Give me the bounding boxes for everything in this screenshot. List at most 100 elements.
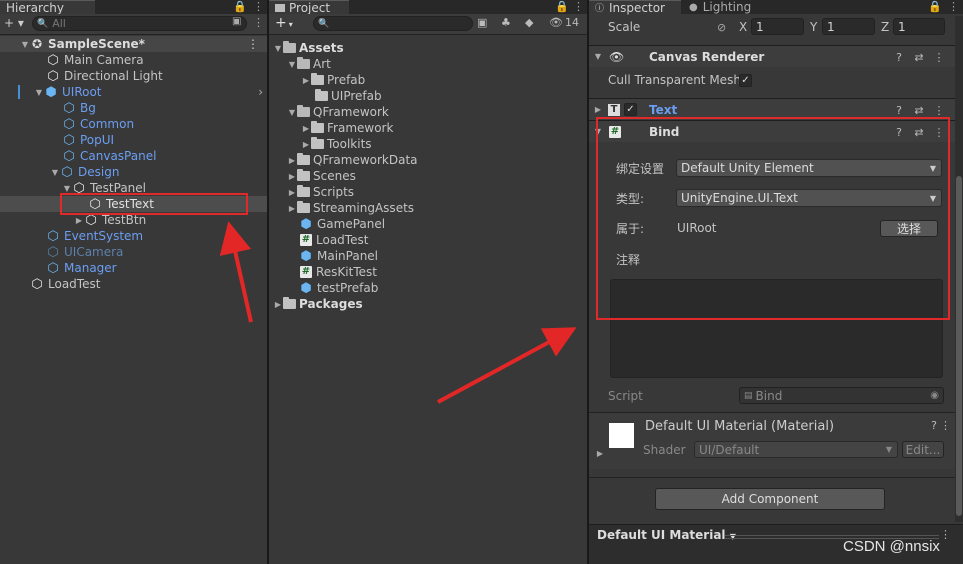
object-picker-icon: ◉: [930, 390, 939, 401]
project-item-scenes[interactable]: ▶ Scenes: [269, 168, 587, 184]
hierarchy-item-canvaspanel[interactable]: ⬡ CanvasPanel: [0, 148, 267, 164]
search-by-label-icon[interactable]: ♣: [501, 16, 511, 29]
more-menu-icon[interactable]: ⋮: [253, 0, 264, 13]
project-item-uiprefab[interactable]: UIPrefab: [269, 88, 587, 104]
scale-y-field[interactable]: 1: [822, 18, 875, 35]
search-by-type-icon[interactable]: ▣: [477, 16, 487, 29]
expand-arrow-icon[interactable]: ▼: [62, 184, 72, 193]
help-icon[interactable]: ?: [889, 51, 909, 64]
search-placeholder: All: [52, 17, 66, 30]
hierarchy-item-popui[interactable]: ⬡ PopUI: [0, 132, 267, 148]
hierarchy-item-manager[interactable]: ⬡ Manager: [0, 260, 267, 276]
expand-arrow-icon[interactable]: ▼: [20, 40, 30, 49]
project-item-framework[interactable]: ▶ Framework: [269, 120, 587, 136]
tab-lighting[interactable]: ● Lighting: [683, 0, 773, 14]
hierarchy-options-icon[interactable]: ⋮: [253, 16, 264, 29]
tab-project[interactable]: Project: [269, 0, 349, 15]
expand-arrow-icon[interactable]: ▶: [593, 105, 603, 114]
tag-icon[interactable]: ◆: [525, 16, 533, 29]
expand-arrow-icon[interactable]: ▶: [287, 172, 297, 181]
chevron-right-icon[interactable]: ›: [258, 85, 263, 99]
add-dropdown-icon[interactable]: + ▾: [4, 16, 24, 30]
constrain-proportions-icon[interactable]: ⊘: [717, 21, 726, 34]
expand-arrow-icon[interactable]: ▶: [273, 300, 283, 309]
project-item-testprefab[interactable]: ⬢ testPrefab: [269, 280, 587, 296]
project-item-prefab[interactable]: ▶ Prefab: [269, 72, 587, 88]
project-item-loadtest[interactable]: # LoadTest: [269, 232, 587, 248]
hierarchy-item-uicamera[interactable]: ⬡ UICamera: [0, 244, 267, 260]
prefab-icon: ⬡: [47, 244, 59, 260]
scrollbar-thumb[interactable]: [956, 176, 962, 516]
project-item-scripts[interactable]: ▶ Scripts: [269, 184, 587, 200]
help-icon[interactable]: ?: [931, 419, 937, 432]
add-component-button[interactable]: Add Component: [655, 488, 885, 510]
more-menu-icon[interactable]: ⋮: [573, 0, 584, 13]
scale-z-field[interactable]: 1: [893, 18, 945, 35]
scene-row[interactable]: ▼ ✪ SampleScene* ⋮: [0, 36, 267, 52]
create-dropdown[interactable]: + ▾: [275, 15, 293, 31]
expand-arrow-icon[interactable]: ▶: [287, 204, 297, 213]
item-label: ResKitTest: [316, 265, 377, 279]
hierarchy-item-directional-light[interactable]: ⬡ Directional Light: [0, 68, 267, 84]
lock-icon[interactable]: 🔒: [555, 0, 569, 13]
hierarchy-item-eventsystem[interactable]: ⬡ EventSystem: [0, 228, 267, 244]
expand-arrow-icon[interactable]: ▶: [287, 156, 297, 165]
hierarchy-item-loadtest[interactable]: ⬡ LoadTest: [0, 276, 267, 292]
hierarchy-item-bg[interactable]: ⬡ Bg: [0, 100, 267, 116]
project-item-assets[interactable]: ▼ Assets: [269, 40, 587, 56]
tab-hierarchy[interactable]: Hierarchy: [0, 0, 95, 15]
preview-dropdown[interactable]: Default UI Material ▼: [597, 528, 736, 542]
project-item-qframeworkdata[interactable]: ▶ QFrameworkData: [269, 152, 587, 168]
search-options-icon[interactable]: ▣: [232, 16, 241, 27]
canvas-renderer-header[interactable]: ▼ 👁 Canvas Renderer ? ⇄ ⋮: [589, 45, 963, 67]
lock-icon[interactable]: 🔒: [928, 0, 942, 13]
project-item-mainpanel[interactable]: ⬢ MainPanel: [269, 248, 587, 264]
hierarchy-item-common[interactable]: ⬡ Common: [0, 116, 267, 132]
help-icon[interactable]: ?: [889, 104, 909, 117]
component-menu-icon[interactable]: ⋮: [929, 51, 949, 64]
hierarchy-item-design[interactable]: ▼ ⬡ Design: [0, 164, 267, 180]
expand-arrow-icon[interactable]: ▼: [34, 88, 44, 97]
tab-inspector[interactable]: ⓘ Inspector: [589, 0, 681, 15]
expand-arrow-icon[interactable]: ▶: [301, 124, 311, 133]
prefab-icon: ⬢: [300, 280, 312, 296]
presets-icon[interactable]: ⇄: [909, 51, 929, 64]
expand-arrow-icon[interactable]: ▶: [301, 76, 311, 85]
project-search-input[interactable]: 🔍: [313, 16, 473, 31]
hidden-packages-icon[interactable]: 👁 14: [549, 16, 579, 29]
expand-arrow-icon[interactable]: ▶: [287, 188, 297, 197]
hierarchy-search-input[interactable]: 🔍 All: [32, 16, 247, 31]
project-item-packages[interactable]: ▶ Packages: [269, 296, 587, 312]
lock-icon[interactable]: 🔒: [233, 0, 247, 13]
project-item-gamepanel[interactable]: ⬢ GamePanel: [269, 216, 587, 232]
hierarchy-item-uiroot[interactable]: ▼ ⬢ UIRoot ›: [0, 84, 267, 100]
expand-arrow-icon[interactable]: ▼: [50, 168, 60, 177]
expand-arrow-icon[interactable]: ▼: [287, 108, 297, 117]
component-menu-icon[interactable]: ⋮: [929, 104, 949, 117]
presets-icon[interactable]: ⇄: [909, 104, 929, 117]
edit-shader-button[interactable]: Edit...: [902, 441, 944, 458]
scale-y-value: 1: [827, 19, 835, 34]
expand-arrow-icon[interactable]: ▶: [301, 140, 311, 149]
scale-x-field[interactable]: 1: [751, 18, 804, 35]
inspector-scrollbar[interactable]: [955, 16, 963, 522]
expand-arrow-icon[interactable]: ▶: [74, 216, 84, 225]
enable-checkbox[interactable]: ✓: [624, 103, 637, 116]
more-menu-icon[interactable]: ⋮: [948, 0, 959, 13]
shader-dropdown[interactable]: UI/Default ▼: [694, 441, 898, 458]
scene-menu-icon[interactable]: ⋮: [247, 37, 259, 51]
project-item-art[interactable]: ▼ Art: [269, 56, 587, 72]
cull-checkbox[interactable]: ✓: [739, 73, 752, 87]
script-field: ▤ Bind ◉: [739, 387, 944, 404]
expand-arrow-icon[interactable]: ▼: [273, 44, 283, 53]
expand-arrow-icon[interactable]: ▼: [287, 60, 297, 69]
project-item-qframework[interactable]: ▼ QFramework: [269, 104, 587, 120]
expand-arrow-icon[interactable]: ▼: [593, 52, 603, 61]
hierarchy-item-main-camera[interactable]: ⬡ Main Camera: [0, 52, 267, 68]
project-item-toolkits[interactable]: ▶ Toolkits: [269, 136, 587, 152]
preview-menu-icon[interactable]: ⋮: [940, 528, 951, 541]
expand-arrow-icon[interactable]: ▶: [595, 449, 605, 458]
project-item-streamingassets[interactable]: ▶ StreamingAssets: [269, 200, 587, 216]
project-item-reskittest[interactable]: # ResKitTest: [269, 264, 587, 280]
component-menu-icon[interactable]: ⋮: [940, 419, 951, 432]
